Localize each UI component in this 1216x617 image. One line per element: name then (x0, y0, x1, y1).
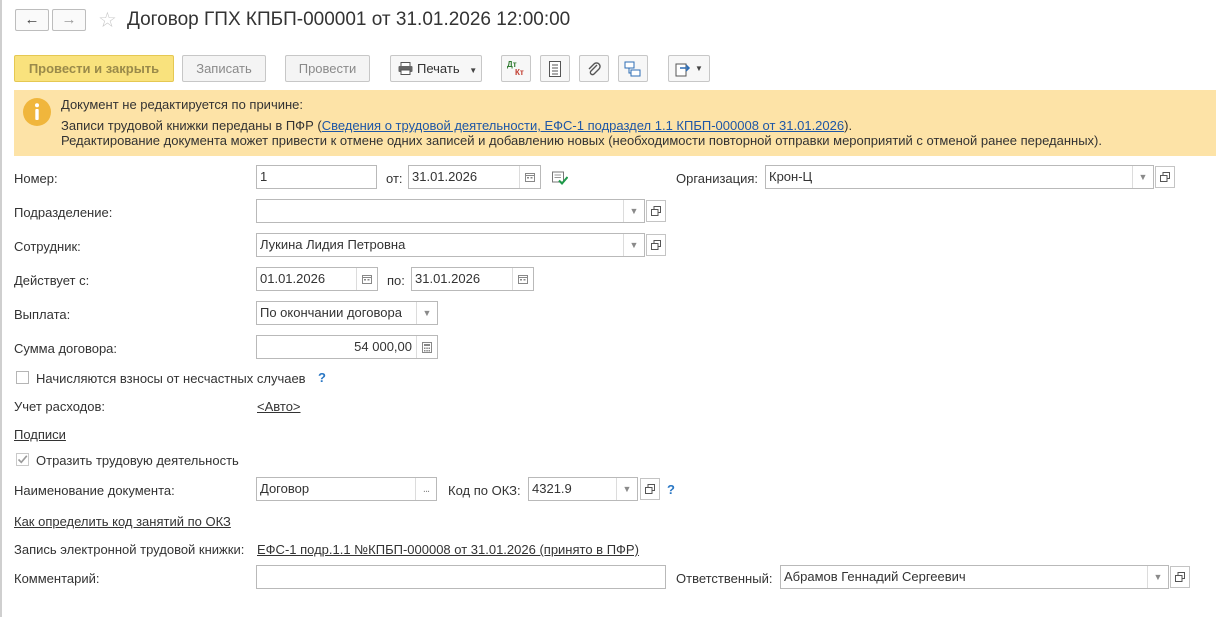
efs1-document-link[interactable]: Сведения о трудовой деятельности, ЕФС-1 … (322, 118, 844, 133)
okz-open-button[interactable] (640, 478, 660, 500)
ellipsis-icon[interactable]: ... (415, 478, 436, 500)
warning-details: Редактирование документа может привести … (61, 133, 1102, 148)
document-list-icon (549, 60, 561, 77)
chevron-down-icon: ▼ (469, 66, 478, 75)
structure-button[interactable] (618, 55, 648, 82)
etk-record-link[interactable]: ЕФС-1 подр.1.1 №КПБП-000008 от 31.01.202… (257, 542, 639, 557)
okz-code-input[interactable]: 4321.9 ▼ (528, 477, 638, 501)
arrow-left-icon: ← (24, 11, 40, 28)
labor-activity-checkbox[interactable] (16, 453, 29, 466)
warning-reason: Записи трудовой книжки переданы в ПФР (С… (61, 118, 853, 133)
window-border (0, 0, 2, 617)
post-button[interactable]: Провести (285, 55, 370, 82)
open-window-icon (1160, 172, 1170, 182)
forward-button[interactable]: → (52, 9, 86, 31)
calendar-icon (518, 275, 528, 284)
employee-label: Сотрудник: (14, 239, 81, 254)
chevron-down-icon[interactable]: ▼ (416, 302, 437, 324)
help-icon[interactable]: ? (667, 482, 675, 497)
export-icon (675, 63, 691, 76)
paperclip-icon (588, 61, 601, 75)
calendar-icon (525, 173, 535, 182)
help-icon[interactable]: ? (318, 370, 326, 385)
printer-icon (398, 62, 413, 75)
print-button[interactable]: Печать ▼ (390, 55, 482, 82)
accident-insurance-checkbox[interactable] (16, 371, 29, 384)
accident-insurance-label: Начисляются взносы от несчастных случаев (36, 371, 306, 386)
signatures-link[interactable]: Подписи (14, 427, 66, 442)
posted-status-icon (552, 171, 568, 185)
open-window-icon (651, 206, 661, 216)
warning-title: Документ не редактируется по причине: (61, 97, 304, 112)
calendar-icon (362, 275, 372, 284)
department-open-button[interactable] (646, 200, 666, 222)
responsible-input[interactable]: Абрамов Геннадий Сергеевич ▼ (780, 565, 1169, 589)
back-button[interactable]: ← (15, 9, 49, 31)
payment-label: Выплата: (14, 307, 71, 322)
open-window-icon (651, 240, 661, 250)
comment-input[interactable] (256, 565, 666, 589)
document-name-label: Наименование документа: (14, 483, 175, 498)
responsible-label: Ответственный: (676, 571, 773, 586)
department-label: Подразделение: (14, 205, 113, 220)
etk-record-label: Запись электронной трудовой книжки: (14, 542, 245, 557)
info-icon (23, 98, 51, 126)
page-title: Договор ГПХ КПБП-000001 от 31.01.2026 12… (127, 9, 571, 30)
calculator-icon (422, 341, 432, 353)
valid-from-input[interactable]: 01.01.2026 (256, 267, 378, 291)
arrow-right-icon: → (61, 11, 77, 28)
valid-to-input[interactable]: 31.01.2026 (411, 267, 534, 291)
warning-panel: Документ не редактируется по причине: За… (14, 90, 1216, 156)
chevron-down-icon: ▼ (695, 64, 703, 73)
department-input[interactable]: ▼ (256, 199, 645, 223)
okz-code-label: Код по ОКЗ: (448, 483, 521, 498)
employee-input[interactable]: Лукина Лидия Петровна ▼ (256, 233, 645, 257)
calculator-button[interactable] (416, 336, 437, 358)
chevron-down-icon[interactable]: ▼ (616, 478, 637, 500)
calendar-button[interactable] (519, 166, 540, 188)
more-actions-button[interactable]: ▼ (668, 55, 710, 82)
date-label: от: (386, 171, 403, 186)
amount-label: Сумма договора: (14, 341, 118, 356)
valid-from-label: Действует с: (14, 273, 90, 288)
organization-label: Организация: (676, 171, 759, 186)
post-and-close-button[interactable]: Провести и закрыть (14, 55, 174, 82)
checkmark-icon (17, 455, 28, 464)
valid-to-label: по: (387, 273, 405, 288)
chevron-down-icon[interactable]: ▼ (623, 234, 644, 256)
number-input[interactable]: 1 (256, 165, 377, 189)
organization-open-button[interactable] (1155, 166, 1175, 188)
amount-input[interactable]: 54 000,00 (256, 335, 438, 359)
comment-label: Комментарий: (14, 571, 100, 586)
structure-icon (624, 61, 641, 76)
attach-button[interactable] (579, 55, 609, 82)
expense-accounting-label: Учет расходов: (14, 399, 105, 414)
document-name-input[interactable]: Договор ... (256, 477, 437, 501)
save-button[interactable]: Записать (182, 55, 266, 82)
payment-select[interactable]: По окончании договора ▼ (256, 301, 438, 325)
chevron-down-icon[interactable]: ▼ (1147, 566, 1168, 588)
print-label: Печать (417, 61, 460, 76)
employee-open-button[interactable] (646, 234, 666, 256)
chevron-down-icon[interactable]: ▼ (623, 200, 644, 222)
dt-kt-icon: Дт Кт (507, 59, 524, 77)
list-button[interactable] (540, 55, 570, 82)
date-input[interactable]: 31.01.2026 (408, 165, 541, 189)
organization-input[interactable]: Крон-Ц ▼ (765, 165, 1154, 189)
open-window-icon (645, 484, 655, 494)
open-window-icon (1175, 572, 1185, 582)
okz-help-link[interactable]: Как определить код занятий по ОКЗ (14, 514, 231, 529)
labor-activity-label: Отразить трудовую деятельность (36, 453, 239, 468)
chevron-down-icon[interactable]: ▼ (1132, 166, 1153, 188)
dt-kt-button[interactable]: Дт Кт (501, 55, 531, 82)
expense-accounting-link[interactable]: <Авто> (257, 399, 301, 414)
responsible-open-button[interactable] (1170, 566, 1190, 588)
star-icon[interactable]: ☆ (98, 8, 117, 33)
calendar-button[interactable] (512, 268, 533, 290)
calendar-button[interactable] (356, 268, 377, 290)
number-label: Номер: (14, 171, 58, 186)
